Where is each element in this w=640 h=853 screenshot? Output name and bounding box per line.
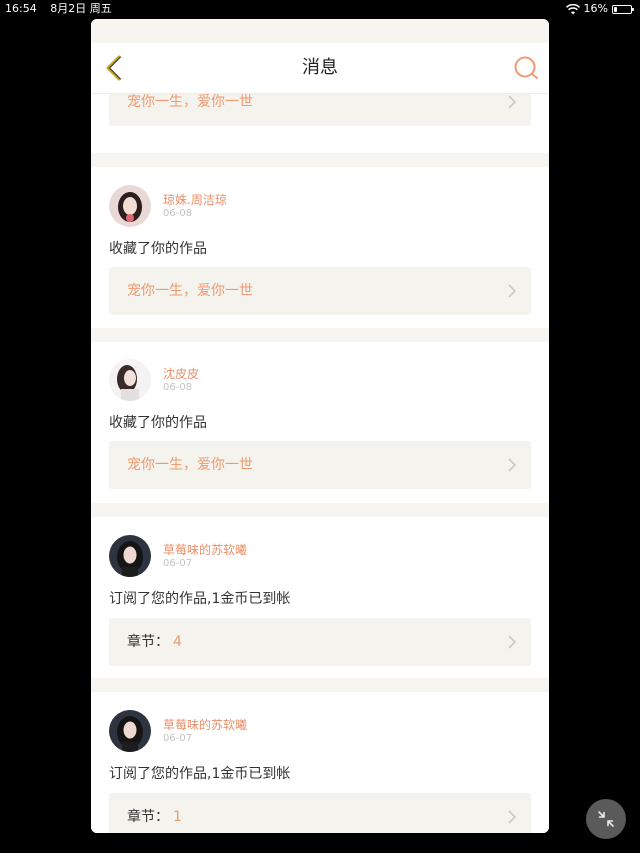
- message-text: 收藏了你的作品: [109, 241, 207, 257]
- chevron-right-icon: [508, 810, 517, 824]
- chevron-right-icon: [508, 635, 517, 649]
- work-link[interactable]: 宠你一生，爱你一世: [109, 267, 531, 315]
- chapter-link[interactable]: 章节： 1: [109, 793, 531, 833]
- card-gap: [91, 328, 549, 342]
- chapter-label: 章节：: [127, 634, 169, 650]
- message-card: 宠你一生，爱你一世: [91, 78, 549, 153]
- message-card: 沈皮皮 06-08 收藏了你的作品 宠你一生，爱你一世: [91, 342, 549, 503]
- message-text: 订阅了您的作品,1金币已到帐: [109, 591, 291, 607]
- chapter-label: 章节：: [127, 809, 169, 825]
- card-gap: [91, 503, 549, 517]
- status-bar: 16:54 8月2日 周五 16%: [0, 0, 640, 18]
- user-row[interactable]: 草莓味的苏软曦 06-07: [109, 710, 247, 752]
- message-card: 草莓味的苏软曦 06-07 订阅了您的作品,1金币已到帐 章节： 4: [91, 517, 549, 678]
- panel-top-strip: [91, 19, 549, 43]
- battery-fill: [614, 6, 617, 12]
- message-card: 草莓味的苏软曦 06-07 订阅了您的作品,1金币已到帐 章节： 1: [91, 692, 549, 833]
- user-row[interactable]: 琼姝.周洁琼 06-08: [109, 185, 227, 227]
- work-title: 宠你一生，爱你一世: [127, 283, 253, 299]
- message-text: 订阅了您的作品,1金币已到帐: [109, 766, 291, 782]
- chapter-number: 4: [173, 634, 182, 650]
- status-date: 8月2日 周五: [50, 2, 112, 15]
- chapter-number: 1: [173, 809, 182, 825]
- avatar[interactable]: [109, 535, 151, 577]
- minimize-button[interactable]: [586, 799, 626, 839]
- user-row[interactable]: 草莓味的苏软曦 06-07: [109, 535, 247, 577]
- chevron-right-icon: [508, 284, 517, 298]
- avatar[interactable]: [109, 359, 151, 401]
- user-row[interactable]: 沈皮皮 06-08: [109, 359, 199, 401]
- message-date: 06-08: [163, 381, 193, 393]
- message-card: 琼姝.周洁琼 06-08 收藏了你的作品 宠你一生，爱你一世: [91, 167, 549, 328]
- status-time: 16:54: [5, 2, 37, 15]
- page-title: 消息: [302, 57, 338, 78]
- chapter-link[interactable]: 章节： 4: [109, 618, 531, 666]
- chevron-right-icon: [508, 458, 517, 472]
- username[interactable]: 草莓味的苏软曦: [163, 542, 247, 558]
- search-icon[interactable]: [513, 55, 539, 81]
- card-gap: [91, 678, 549, 692]
- username[interactable]: 草莓味的苏软曦: [163, 717, 247, 733]
- message-date: 06-07: [163, 557, 193, 569]
- battery-percent: 16%: [583, 2, 608, 15]
- work-link[interactable]: 宠你一生，爱你一世: [109, 441, 531, 489]
- message-date: 06-07: [163, 732, 193, 744]
- nav-bar: 消息: [91, 43, 549, 94]
- message-list: 宠你一生，爱你一世 琼姝.周洁琼 06-08 收藏了你的作品 宠你一生，爱你一世…: [91, 78, 549, 833]
- wifi-icon: [565, 3, 580, 14]
- username[interactable]: 琼姝.周洁琼: [163, 192, 227, 208]
- username[interactable]: 沈皮皮: [163, 366, 199, 382]
- chevron-right-icon: [508, 95, 517, 109]
- card-gap: [91, 153, 549, 167]
- message-panel: 消息 宠你一生，爱你一世 琼姝.周洁琼 06-08 收藏了你的作品 宠你一生，爱…: [91, 19, 549, 833]
- battery-icon: [612, 4, 634, 14]
- avatar[interactable]: [109, 710, 151, 752]
- avatar[interactable]: [109, 185, 151, 227]
- collapse-arrows-icon: [598, 811, 614, 827]
- message-date: 06-08: [163, 207, 193, 219]
- work-title: 宠你一生，爱你一世: [127, 457, 253, 473]
- message-text: 收藏了你的作品: [109, 415, 207, 431]
